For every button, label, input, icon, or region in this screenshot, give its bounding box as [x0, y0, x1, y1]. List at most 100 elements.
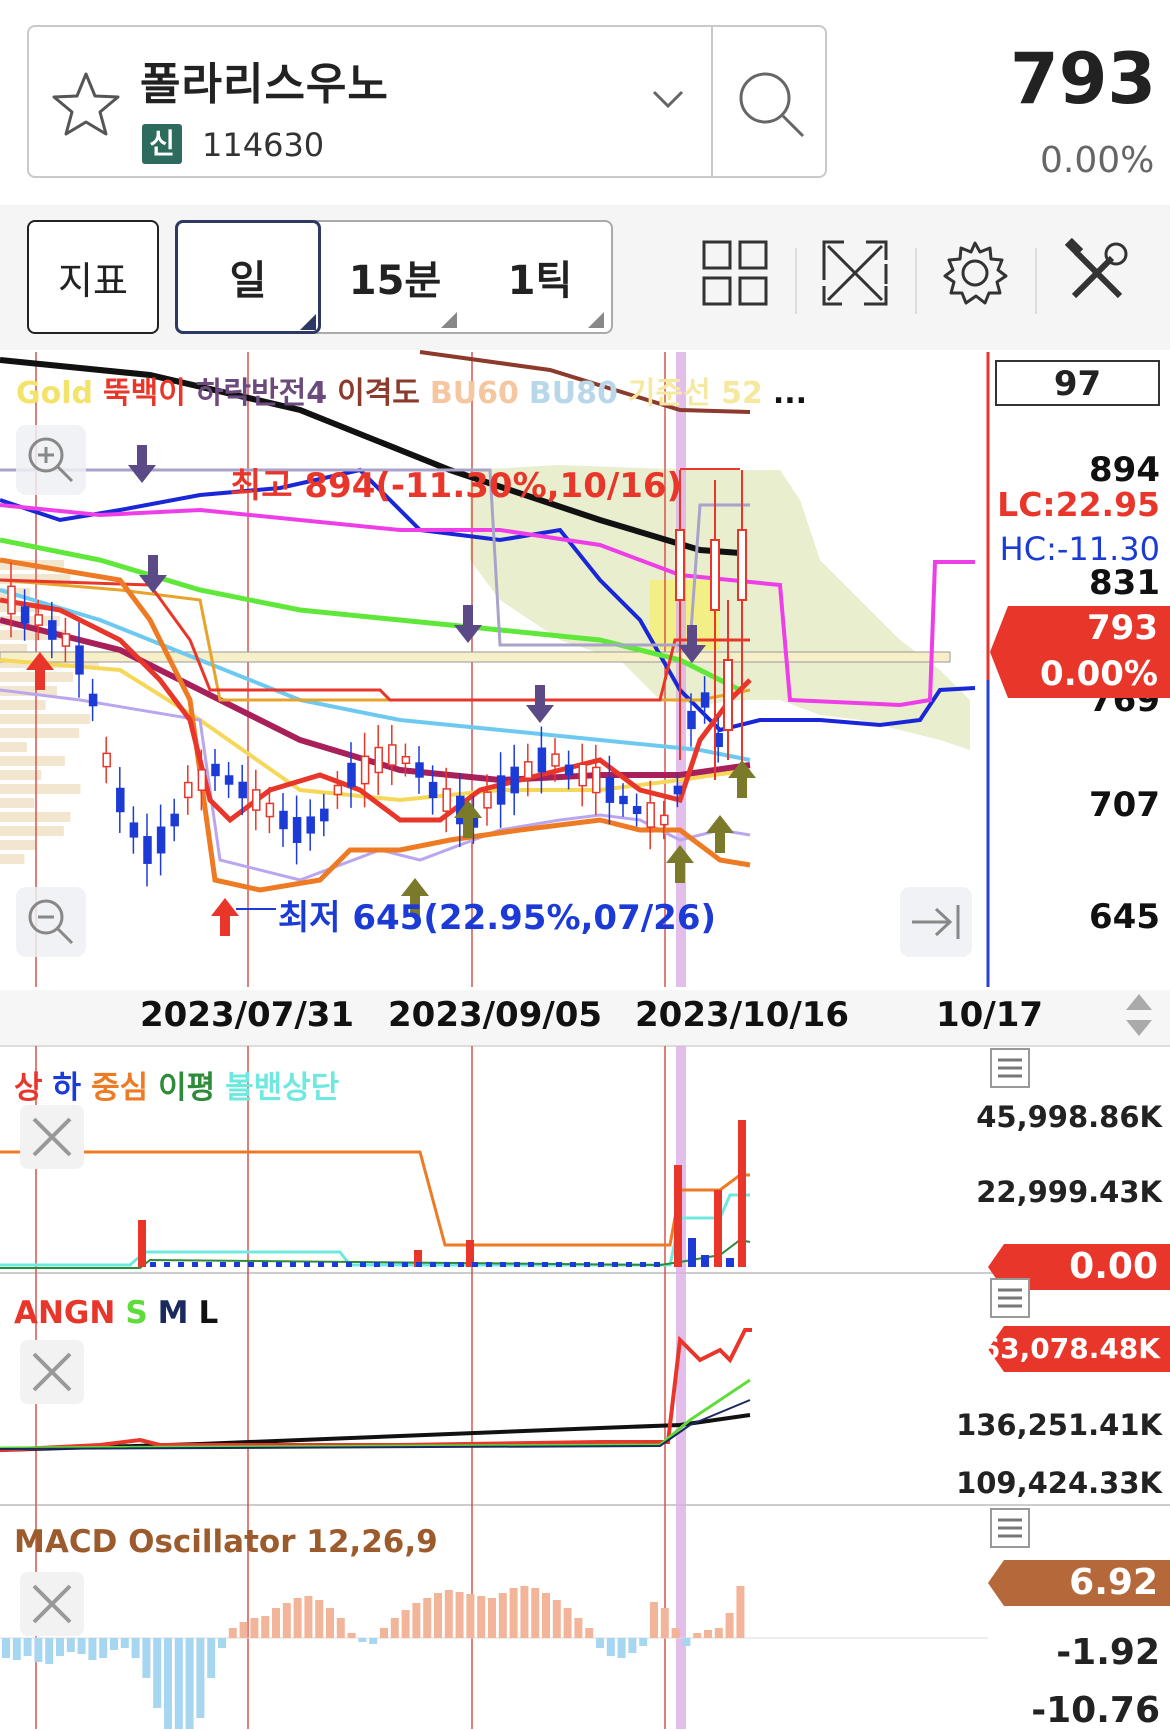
search-icon[interactable]: [735, 68, 807, 144]
main-legend-item: ...: [772, 376, 808, 411]
macd-bar: [131, 1638, 140, 1658]
volume-bar: [528, 1262, 534, 1267]
zoom-in-icon[interactable]: [16, 425, 86, 499]
macd-bar: [477, 1596, 486, 1638]
volume-bar: [318, 1262, 324, 1267]
macd-bar: [466, 1594, 475, 1638]
zoom-out-icon[interactable]: [16, 887, 86, 961]
flag-percent: 0.00%: [1040, 654, 1158, 694]
volume-profile-bar: [0, 812, 71, 822]
macd-bar: [261, 1616, 270, 1638]
layout-grid-icon[interactable]: [700, 238, 770, 312]
dropdown-corner-icon: [588, 312, 604, 328]
panel1-menu-icon[interactable]: [990, 1048, 1030, 1092]
candle-body: [292, 817, 302, 843]
macd-bar: [12, 1638, 21, 1660]
macd-bar: [542, 1593, 550, 1638]
macd-title: MACD Oscillator 12,26,9: [14, 1524, 438, 1560]
volume-bar: [598, 1262, 604, 1267]
close-panel1-icon[interactable]: [20, 1105, 84, 1173]
candle-body: [61, 633, 71, 647]
panel1-legend-item: 중심: [91, 1070, 149, 1106]
macd-bar: [120, 1638, 129, 1648]
macd-bar: [218, 1638, 226, 1648]
macd-bar: [2, 1638, 10, 1658]
candle-body: [551, 753, 560, 767]
volume-bar: [402, 1262, 408, 1267]
candle-body: [388, 744, 397, 766]
new-listing-badge: 신: [142, 124, 182, 164]
volume-profile-bar: [0, 742, 27, 752]
macd-bar: [650, 1602, 658, 1638]
price-change-percent: 0.00%: [1040, 140, 1155, 181]
date-label: 2023/09/05: [388, 995, 603, 1035]
macd-bar: [250, 1618, 259, 1638]
candle-body: [374, 746, 383, 774]
macd-bar: [99, 1638, 108, 1658]
candle-body: [510, 766, 519, 794]
panel3-menu-icon[interactable]: [990, 1508, 1030, 1552]
toolbar-divider: [1035, 248, 1037, 314]
y-label-645: 645: [1089, 897, 1160, 937]
macd-bar: [34, 1638, 43, 1662]
macd-bar: [617, 1638, 626, 1658]
settings-gear-icon[interactable]: [940, 238, 1010, 312]
macd-bar: [444, 1590, 453, 1638]
top-value-box: 97: [995, 360, 1160, 406]
candle-body: [102, 752, 111, 768]
scroll-to-end-icon[interactable]: [900, 887, 972, 961]
candle-body: [252, 789, 261, 811]
macd-bar: [282, 1603, 291, 1638]
macd-bar: [23, 1638, 32, 1656]
candle-body: [710, 539, 720, 611]
volume-profile-bar: [0, 756, 65, 766]
candle-body: [632, 806, 642, 814]
p2-y-label: 109,424.33K: [956, 1466, 1162, 1500]
volume-bar: [726, 1258, 734, 1267]
volume-bar: [430, 1262, 436, 1267]
volume-bar: [360, 1262, 366, 1267]
macd-bar: [88, 1638, 97, 1660]
flag-price: 793: [1087, 608, 1158, 648]
main-legend-item: 기준선 52: [627, 376, 763, 411]
favorite-star-icon[interactable]: [50, 70, 122, 142]
macd-bar: [196, 1638, 205, 1718]
macd-bar: [704, 1630, 712, 1638]
tools-wrench-icon[interactable]: [1062, 237, 1132, 312]
candle-body: [673, 785, 683, 795]
panel2-menu-icon[interactable]: [990, 1278, 1030, 1322]
candle-body: [156, 826, 166, 854]
low-label: 최저 645(22.95%,07/26): [278, 898, 717, 938]
candle-body: [537, 747, 547, 773]
macd-bar: [153, 1638, 162, 1708]
macd-bar: [66, 1638, 75, 1652]
panel1-legend: 상 하 중심 이평 볼밴상단: [14, 1062, 349, 1107]
main-legend-item: BU80: [528, 376, 618, 411]
volume-bar: [304, 1262, 310, 1267]
close-panel2-icon[interactable]: [20, 1340, 84, 1408]
fullscreen-icon[interactable]: [820, 238, 890, 312]
close-panel3-icon[interactable]: [20, 1572, 84, 1640]
volume-bar: [248, 1262, 254, 1267]
macd-bar: [142, 1638, 151, 1678]
volume-profile-bar: [0, 840, 36, 850]
candle-body: [496, 775, 506, 805]
candle-body: [88, 693, 98, 707]
candle-body: [646, 802, 655, 828]
candle-body: [143, 836, 152, 864]
sort-updown-icon[interactable]: [1122, 990, 1156, 1044]
macd-bar: [369, 1638, 378, 1644]
volume-bar: [220, 1262, 226, 1267]
y-label-831: 831: [1089, 563, 1160, 603]
candle-body: [265, 802, 275, 818]
volume-bar: [192, 1262, 198, 1267]
panel1-legend-item: 하: [52, 1070, 82, 1106]
volume-bar: [626, 1262, 632, 1267]
volume-bar: [556, 1262, 562, 1267]
chevron-down-icon[interactable]: [650, 88, 686, 116]
candle-body: [224, 775, 234, 785]
indicator-button[interactable]: 지표: [27, 220, 159, 334]
stock-name: 폴라리스우노: [140, 59, 389, 110]
macd-bar: [380, 1628, 388, 1638]
candle-body: [737, 529, 747, 601]
